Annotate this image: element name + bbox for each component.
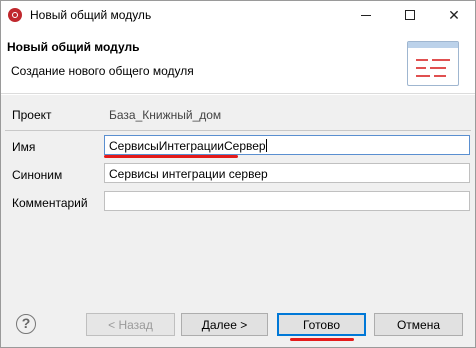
close-icon: ✕ xyxy=(448,6,460,23)
synonym-field[interactable]: Сервисы интеграции сервер xyxy=(104,163,470,183)
maximize-icon xyxy=(405,10,415,20)
title-bar: Новый общий модуль ✕ xyxy=(0,0,476,31)
back-button[interactable]: < Назад xyxy=(86,313,175,336)
wizard-header: Новый общий модуль Создание нового общег… xyxy=(1,31,475,94)
next-button[interactable]: Далее > xyxy=(181,313,268,336)
project-label: Проект xyxy=(12,108,52,122)
comment-field[interactable] xyxy=(104,191,470,211)
name-field[interactable]: СервисыИнтеграцииСервер xyxy=(104,135,470,155)
finish-button[interactable]: Готово xyxy=(277,313,366,336)
name-value: СервисыИнтеграцииСервер xyxy=(109,139,266,153)
wizard-footer: ? < Назад Далее > Готово Отмена xyxy=(1,295,475,347)
minimize-icon xyxy=(361,14,371,16)
header-title: Новый общий модуль xyxy=(7,40,140,54)
name-label: Имя xyxy=(12,140,36,154)
divider xyxy=(5,130,471,131)
header-subtitle: Создание нового общего модуля xyxy=(11,64,194,78)
cancel-button[interactable]: Отмена xyxy=(374,313,463,336)
name-highlight-underline xyxy=(104,155,238,158)
close-button[interactable]: ✕ xyxy=(432,0,476,30)
help-icon[interactable]: ? xyxy=(16,314,36,334)
minimize-button[interactable] xyxy=(344,0,388,30)
project-field: База_Книжный_дом xyxy=(104,104,470,124)
maximize-button[interactable] xyxy=(388,0,432,30)
window-title: Новый общий модуль xyxy=(30,8,152,22)
module-form-icon xyxy=(407,41,459,86)
form-area: Проект База_Книжный_дом Имя СервисыИнтег… xyxy=(1,95,475,295)
synonym-label: Синоним xyxy=(12,168,63,182)
comment-label: Комментарий xyxy=(12,196,88,210)
finish-highlight-underline xyxy=(290,338,354,341)
app-logo-icon xyxy=(8,8,22,22)
